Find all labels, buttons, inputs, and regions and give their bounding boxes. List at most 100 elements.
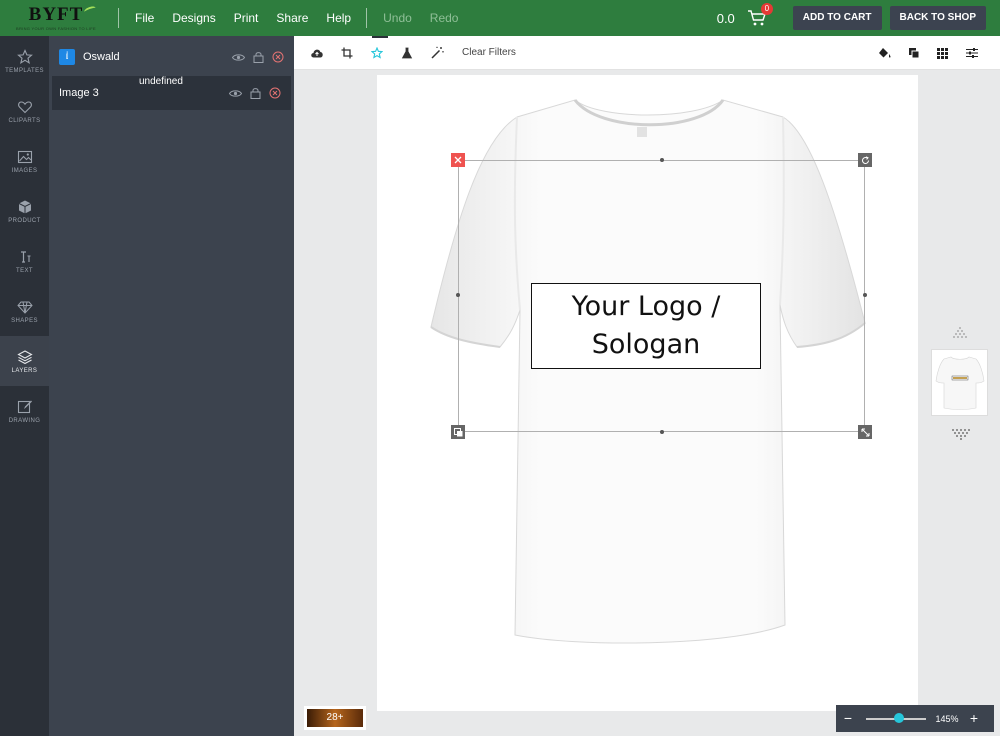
color-swatch-button[interactable]: 28+ xyxy=(304,706,366,730)
star-icon xyxy=(371,46,383,59)
cube-icon xyxy=(18,200,31,213)
text-icon xyxy=(20,250,30,263)
layer-tools xyxy=(224,40,284,74)
main-menu: File Designs Print Share Help xyxy=(126,11,360,25)
pencil-icon xyxy=(17,400,32,413)
layer-icon xyxy=(453,427,462,436)
menu-share[interactable]: Share xyxy=(276,11,308,25)
text-layer-icon: 𝕚 xyxy=(59,49,75,65)
sliders-icon xyxy=(965,48,978,58)
star-icon xyxy=(16,48,33,64)
close-icon xyxy=(454,156,462,164)
design-canvas[interactable]: Your Logo / Sologan xyxy=(377,75,918,711)
paint-bucket-icon xyxy=(879,48,891,58)
menu-file[interactable]: File xyxy=(135,11,154,25)
color-count-label: 28+ xyxy=(307,709,363,727)
tool-rail: TEMPLATES CLIPARTS IMAGES PRODUCT TEXT S… xyxy=(0,36,49,736)
rail-label: IMAGES xyxy=(11,167,38,174)
cart-count-badge: 0 xyxy=(760,3,773,15)
toolbar-right xyxy=(870,36,986,70)
effects-button[interactable] xyxy=(392,36,422,70)
arrange-button[interactable] xyxy=(899,36,928,70)
rail-label: DRAWING xyxy=(8,417,41,424)
rail-images[interactable]: IMAGES xyxy=(0,136,49,186)
logo-placeholder-text: Your Logo / Sologan xyxy=(571,291,721,360)
lock-icon[interactable] xyxy=(250,87,261,99)
rail-shapes[interactable]: SHAPES xyxy=(0,286,49,336)
scroll-up-icon[interactable] xyxy=(951,326,969,338)
filter-star-button[interactable] xyxy=(362,35,392,70)
midpoint-handle[interactable] xyxy=(660,158,664,162)
rotate-icon xyxy=(861,155,869,164)
delete-handle[interactable] xyxy=(451,153,465,167)
zoom-value: 145% xyxy=(935,713,959,724)
remove-layer-icon[interactable] xyxy=(272,51,284,63)
heart-icon xyxy=(17,100,32,113)
eye-icon[interactable] xyxy=(232,53,245,62)
menu-print[interactable]: Print xyxy=(234,11,259,25)
logo-text: BYFT xyxy=(28,3,84,25)
rail-label: PRODUCT xyxy=(8,217,41,224)
rail-templates[interactable]: TEMPLATES xyxy=(0,36,49,86)
stack-icon xyxy=(908,48,919,59)
rail-label: LAYERS xyxy=(11,367,38,374)
layer-item-oswald[interactable]: 𝕚 Oswald xyxy=(49,40,294,74)
resize-handle[interactable] xyxy=(858,425,872,439)
undo-button[interactable]: Undo xyxy=(383,11,412,25)
add-to-cart-button[interactable]: ADD TO CART xyxy=(792,6,882,30)
diamond-icon xyxy=(16,301,33,314)
app-logo[interactable]: BYFT BRING YOUR OWN FASHION TO LIFE xyxy=(0,0,112,36)
zoom-slider-knob[interactable] xyxy=(893,712,904,723)
midpoint-handle[interactable] xyxy=(863,293,867,297)
midpoint-handle[interactable] xyxy=(660,430,664,434)
magic-wand-icon xyxy=(430,46,444,59)
back-to-shop-button[interactable]: BACK TO SHOP xyxy=(889,6,986,30)
layer-tooltip: undefined xyxy=(139,76,183,87)
grid-button[interactable] xyxy=(928,36,957,70)
rotate-handle[interactable] xyxy=(858,153,872,167)
rail-layers[interactable]: LAYERS xyxy=(0,336,49,386)
zoom-in-button[interactable]: + xyxy=(962,705,986,732)
zoom-slider[interactable] xyxy=(866,712,926,723)
flask-icon xyxy=(401,47,413,58)
history-menu: Undo Redo xyxy=(374,11,467,25)
rail-cliparts[interactable]: CLIPARTS xyxy=(0,86,49,136)
layers-panel: 𝕚 Oswald undefined Image 3 xyxy=(49,36,294,736)
clear-filters-button[interactable]: Clear Filters xyxy=(462,47,516,58)
menu-help[interactable]: Help xyxy=(326,11,351,25)
rail-drawing[interactable]: DRAWING xyxy=(0,386,49,436)
cloud-upload-icon xyxy=(311,49,323,57)
top-bar: BYFT BRING YOUR OWN FASHION TO LIFE File… xyxy=(0,0,1000,36)
leaf-icon xyxy=(83,5,97,15)
rail-label: TEXT xyxy=(16,267,33,274)
redo-button[interactable]: Redo xyxy=(430,11,459,25)
logo-tagline: BRING YOUR OWN FASHION TO LIFE xyxy=(16,25,96,31)
scroll-down-icon[interactable] xyxy=(951,428,973,441)
crop-button[interactable] xyxy=(332,36,362,70)
header-actions: 0.0 0 ADD TO CART BACK TO SHOP xyxy=(717,0,986,36)
remove-layer-icon[interactable] xyxy=(269,87,281,99)
fill-color-button[interactable] xyxy=(870,36,899,70)
rail-label: TEMPLATES xyxy=(5,67,44,74)
layers-icon xyxy=(16,349,33,364)
lock-icon[interactable] xyxy=(253,51,264,63)
eye-icon[interactable] xyxy=(229,89,242,98)
resize-icon xyxy=(861,428,869,436)
midpoint-handle[interactable] xyxy=(456,293,460,297)
zoom-out-button[interactable]: − xyxy=(836,705,860,732)
view-thumbnail-front[interactable] xyxy=(931,349,988,416)
menu-designs[interactable]: Designs xyxy=(172,11,215,25)
rail-label: CLIPARTS xyxy=(8,117,41,124)
tshirt-thumbnail xyxy=(935,356,984,410)
cart-button[interactable]: 0 xyxy=(747,3,773,29)
layer-name: Oswald xyxy=(83,51,120,63)
logo-placeholder[interactable]: Your Logo / Sologan xyxy=(531,283,761,369)
rail-text[interactable]: TEXT xyxy=(0,236,49,286)
divider xyxy=(366,8,368,28)
grid-icon xyxy=(937,47,948,59)
upload-button[interactable] xyxy=(302,36,332,70)
magic-wand-button[interactable] xyxy=(422,36,452,70)
rail-product[interactable]: PRODUCT xyxy=(0,186,49,236)
adjust-button[interactable] xyxy=(957,36,986,70)
layer-handle[interactable] xyxy=(451,425,465,439)
